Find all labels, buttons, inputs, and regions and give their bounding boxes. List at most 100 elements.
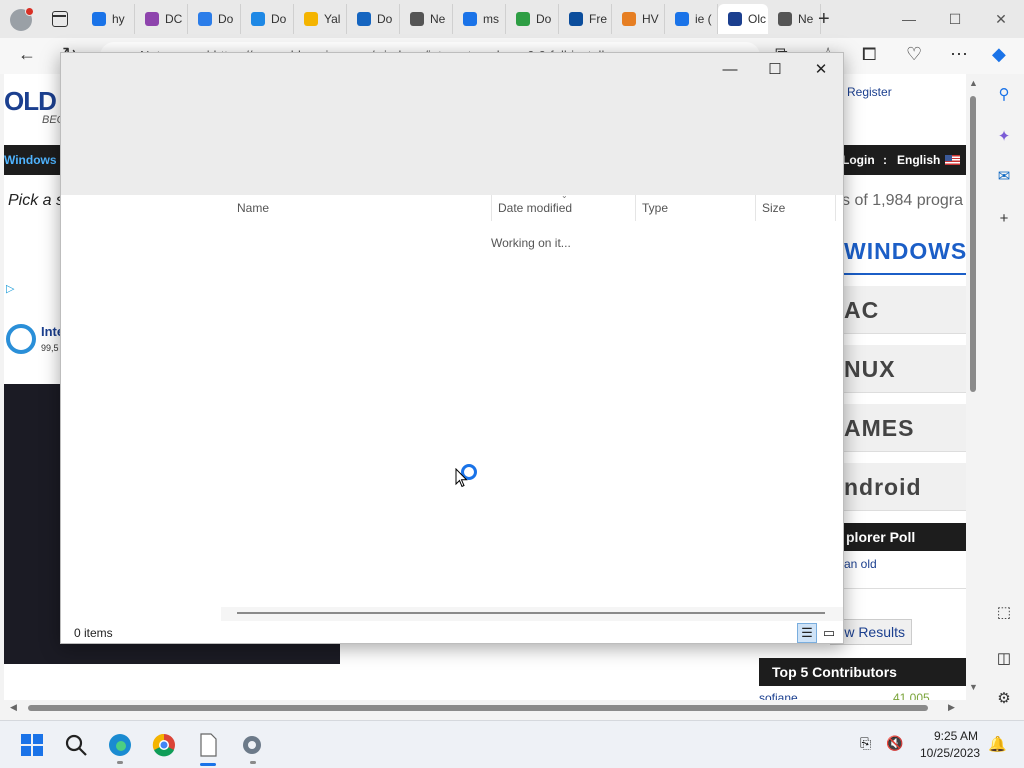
outlook-icon[interactable]: ✉ (994, 166, 1014, 186)
site-icon (728, 12, 742, 26)
active-window-indicator (200, 763, 216, 766)
tab-label: hy (112, 12, 125, 26)
scroll-right-icon[interactable]: ▶ (948, 702, 955, 713)
search-icon[interactable]: ⚲ (994, 84, 1014, 104)
back-icon[interactable]: ← (18, 44, 36, 65)
column-header-size[interactable]: Size (762, 201, 785, 215)
browser-tab[interactable]: Do (188, 4, 241, 34)
scroll-thumb[interactable] (970, 96, 976, 392)
scroll-left-icon[interactable]: ◀ (10, 702, 17, 713)
sidebar-toggle-icon[interactable]: ◫ (994, 648, 1014, 668)
category-windows[interactable]: WINDOWS (842, 227, 966, 275)
dialog-close-button[interactable]: ✕ (798, 57, 844, 81)
column-divider[interactable] (635, 195, 636, 221)
file-icon[interactable] (196, 733, 220, 757)
browser-tab[interactable]: Do (347, 4, 400, 34)
more-icon[interactable]: ⋯ (950, 44, 968, 65)
screenshot-icon[interactable]: ⬚ (994, 602, 1014, 622)
add-icon[interactable]: + (994, 208, 1014, 228)
tab-label: Ne (430, 12, 446, 26)
newtab-icon (778, 12, 792, 26)
running-indicator (250, 761, 256, 764)
dialog-minimize-button[interactable]: — (707, 57, 753, 81)
tab-label: Do (377, 12, 393, 26)
browser-tab[interactable]: Do (241, 4, 294, 34)
large-icons-view-icon[interactable]: ▭ (819, 623, 839, 643)
nav-windows-link[interactable]: Windows (4, 153, 57, 167)
browser-tab[interactable]: Ne (400, 4, 453, 34)
site-icon (569, 12, 583, 26)
scroll-up-icon[interactable]: ▲ (969, 78, 978, 88)
site-icon (145, 12, 159, 26)
edge-browser-icon[interactable] (108, 733, 132, 757)
volume-muted-icon[interactable]: 🔇 (886, 735, 903, 752)
column-header-type[interactable]: Type (642, 201, 668, 215)
dialog-horizontal-scrollbar[interactable] (221, 607, 843, 621)
tab-actions-icon[interactable] (52, 11, 68, 27)
search-icon (675, 12, 689, 26)
scroll-thumb[interactable] (237, 612, 825, 614)
clock-time[interactable]: 9:25 AM (934, 729, 978, 743)
category-android[interactable]: ndroid (842, 463, 966, 511)
poll-option[interactable]: an old (844, 557, 877, 571)
page-vertical-scrollbar[interactable]: ▲ ▼ (966, 78, 980, 692)
browser-tab[interactable]: Ne (768, 4, 821, 34)
site-logo[interactable]: OLD (4, 86, 57, 117)
minimize-button[interactable]: — (886, 0, 932, 38)
tab-label: Yal (324, 12, 341, 26)
new-tab-button[interactable]: + (818, 8, 830, 31)
contributor-name[interactable]: sofiane (759, 691, 798, 700)
browser-tab[interactable]: Do (506, 4, 559, 34)
divider (842, 588, 966, 589)
close-button[interactable]: ✕ (978, 0, 1024, 38)
browser-tab[interactable]: DC (135, 4, 188, 34)
chrome-icon[interactable] (152, 733, 176, 757)
site-icon (516, 12, 530, 26)
browser-tab[interactable]: hy (82, 4, 135, 34)
settings-icon[interactable]: ⚙ (994, 688, 1014, 708)
settings-icon[interactable] (240, 733, 264, 757)
tab-label: ie ( (695, 12, 712, 26)
maximize-button[interactable]: ☐ (932, 0, 978, 38)
copilot-sidebar-icon[interactable]: ✦ (994, 126, 1014, 146)
details-view-icon[interactable]: ☰ (797, 623, 817, 643)
notification-bell-icon[interactable]: 🔔 (988, 735, 1007, 753)
column-divider[interactable] (755, 195, 756, 221)
loading-status: Working on it... (491, 236, 571, 250)
browser-tab[interactable]: ie ( (665, 4, 718, 34)
column-divider[interactable] (835, 195, 836, 221)
category-linux[interactable]: NUX (842, 345, 966, 393)
browser-tab[interactable]: HV (612, 4, 665, 34)
internet-explorer-icon[interactable] (6, 324, 36, 354)
browser-tab[interactable]: Yal (294, 4, 347, 34)
language-selector[interactable]: English (897, 153, 940, 167)
column-divider[interactable] (491, 195, 492, 221)
scroll-down-icon[interactable]: ▼ (969, 682, 978, 692)
windows-start-icon[interactable] (20, 733, 44, 757)
nav-separator: : (883, 153, 887, 167)
windows-taskbar: ⎘ 🔇 9:25 AM 10/25/2023 🔔 (0, 720, 1024, 768)
items-count: 0 items (74, 626, 113, 640)
login-link[interactable]: Login (842, 153, 875, 167)
profile-avatar[interactable] (10, 7, 34, 31)
browser-tab[interactable]: ms (453, 4, 506, 34)
category-mac[interactable]: AC (842, 286, 966, 334)
column-header-name[interactable]: Name (237, 201, 269, 215)
clock-date[interactable]: 10/25/2023 (920, 746, 980, 760)
ad-choices-icon[interactable]: ▷ (6, 282, 14, 295)
tab-label: DC (165, 12, 183, 26)
browser-tab[interactable]: Fre (559, 4, 612, 34)
mouse-cursor-icon (455, 468, 468, 488)
copilot-icon[interactable]: ◆ (992, 44, 1006, 65)
column-header-date-modified[interactable]: Date modified (498, 201, 572, 215)
page-horizontal-scrollbar[interactable]: ◀ ▶ (4, 700, 966, 716)
dialog-maximize-button[interactable]: ☐ (752, 57, 798, 81)
collections-icon[interactable]: ⧠ (862, 44, 876, 65)
search-icon[interactable] (64, 733, 88, 757)
category-games[interactable]: AMES (842, 404, 966, 452)
register-link[interactable]: Register (847, 85, 892, 99)
browser-tab[interactable]: Olc✕ (718, 4, 768, 34)
performance-icon[interactable]: ♡ (906, 44, 922, 65)
scroll-thumb[interactable] (28, 705, 928, 711)
network-icon[interactable]: ⎘ (860, 735, 871, 752)
